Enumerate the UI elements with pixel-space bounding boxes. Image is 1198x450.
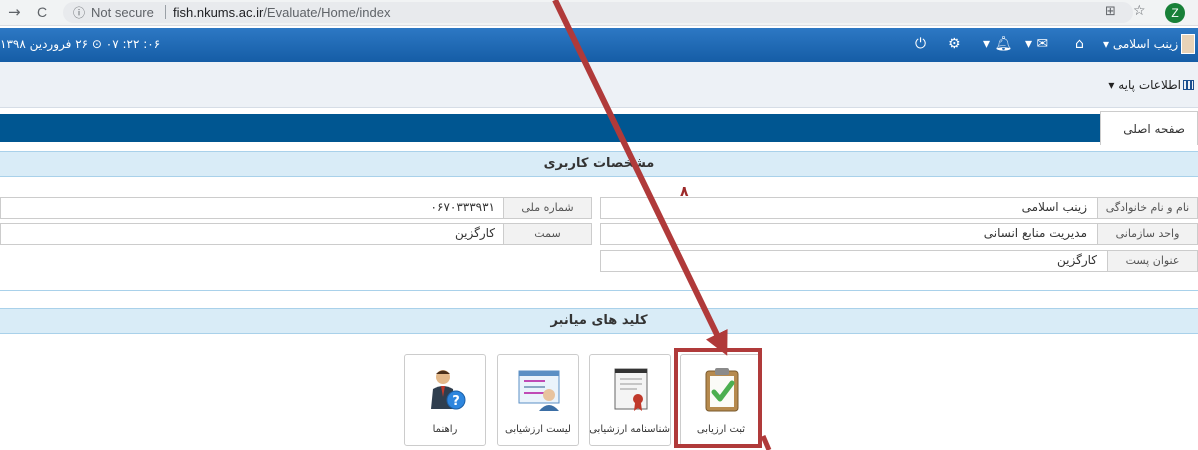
national-id-label: شماره ملی	[503, 198, 591, 218]
url-host: fish.nkums.ac.ir	[173, 5, 264, 20]
site-info-icon[interactable]: ⓘ	[73, 4, 85, 21]
user-name: زینب اسلامی	[1112, 37, 1179, 51]
url-separator	[165, 5, 166, 19]
tab-strip	[0, 114, 1100, 142]
user-menu[interactable]: زینب اسلامی ▾	[1103, 37, 1178, 51]
shortcut-evaluation-list[interactable]: لیست ارزشیابی	[497, 354, 579, 446]
url-path: /Evaluate/Home/index	[263, 5, 391, 20]
forward-icon[interactable]: →	[8, 3, 21, 21]
url-text[interactable]: fish.nkums.ac.ir/Evaluate/Home/index	[173, 5, 391, 20]
post-label: عنوان پست	[1107, 251, 1197, 271]
reload-icon[interactable]: C	[37, 3, 47, 21]
annotation-highlight-box	[674, 348, 762, 448]
app-header: ۰۶: ۲۲: ۰۷ ⊙ ۲۶ فروردین ۱۳۹۸ ⏻ ⚙ ▾ 🔔︎ ▾ …	[0, 28, 1198, 62]
role-value: کارگزین	[455, 226, 495, 240]
bar-chart-icon	[1183, 80, 1194, 90]
role-label: سمت	[503, 224, 591, 244]
tab-home[interactable]: صفحه اصلی	[1100, 111, 1198, 145]
profile-section-header: مشخصات کاربری	[0, 151, 1198, 177]
menu-basic-info-label: اطلاعات پایه	[1118, 78, 1181, 92]
menu-bar: اطلاعات پایه ▾	[0, 62, 1198, 108]
full-name-value: زینب اسلامی	[1021, 200, 1087, 214]
shortcut-evaluation-certificate-label: شناسنامه ارزشیابی	[589, 424, 670, 435]
national-id-value: ۰۶۷۰۳۳۳۹۳۱	[430, 200, 495, 214]
address-bar[interactable]: ⓘ Not secure fish.nkums.ac.ir/Evaluate/H…	[63, 2, 1133, 23]
list-user-icon	[518, 370, 560, 411]
unit-label: واحد سازمانی	[1097, 224, 1197, 244]
shortcuts-section-header: کلید های میانبر	[0, 308, 1198, 334]
svg-text:?: ?	[452, 394, 460, 409]
post-value: کارگزین	[1057, 253, 1097, 267]
post-field: عنوان پست کارگزین	[600, 250, 1198, 272]
certificate-icon	[614, 368, 648, 411]
tab-home-label: صفحه اصلی	[1123, 122, 1185, 136]
unit-field: واحد سازمانی مدیریت منابع انسانی	[600, 223, 1198, 245]
unit-value: مدیریت منابع انسانی	[983, 226, 1087, 240]
help-person-icon: ?	[431, 370, 466, 410]
notifications-bell-icon[interactable]: ▾ 🔔︎	[983, 36, 1012, 52]
translate-icon[interactable]: ⊞	[1105, 4, 1116, 19]
full-name-label: نام و نام خانوادگی	[1097, 198, 1197, 218]
home-icon[interactable]: ⌂	[1075, 36, 1084, 52]
header-datetime: ۰۶: ۲۲: ۰۷ ⊙ ۲۶ فروردین ۱۳۹۸	[0, 37, 161, 51]
power-icon[interactable]: ⏻	[915, 36, 926, 52]
shortcut-evaluation-list-label: لیست ارزشیابی	[505, 424, 571, 435]
shortcut-evaluation-certificate[interactable]: شناسنامه ارزشیابی	[589, 354, 671, 446]
menu-basic-info[interactable]: اطلاعات پایه ▾	[1108, 78, 1194, 92]
messages-mail-icon[interactable]: ▾ ✉	[1025, 36, 1048, 52]
browser-toolbar: → C ⓘ Not secure fish.nkums.ac.ir/Evalua…	[0, 0, 1198, 26]
role-field: سمت کارگزین	[0, 223, 592, 245]
gear-icon[interactable]: ⚙	[948, 36, 961, 52]
bookmark-star-icon[interactable]: ☆	[1133, 3, 1146, 19]
national-id-field: شماره ملی ۰۶۷۰۳۳۳۹۳۱	[0, 197, 592, 219]
not-secure-label: Not secure	[91, 5, 154, 20]
annotation-step-number: ۸	[680, 184, 689, 200]
shortcut-help[interactable]: ? راهنما	[404, 354, 486, 446]
full-name-field: نام و نام خانوادگی زینب اسلامی	[600, 197, 1198, 219]
user-avatar[interactable]	[1181, 34, 1195, 54]
shortcut-help-label: راهنما	[432, 424, 458, 435]
section-divider	[0, 290, 1198, 291]
profile-avatar[interactable]: Z	[1165, 3, 1185, 23]
